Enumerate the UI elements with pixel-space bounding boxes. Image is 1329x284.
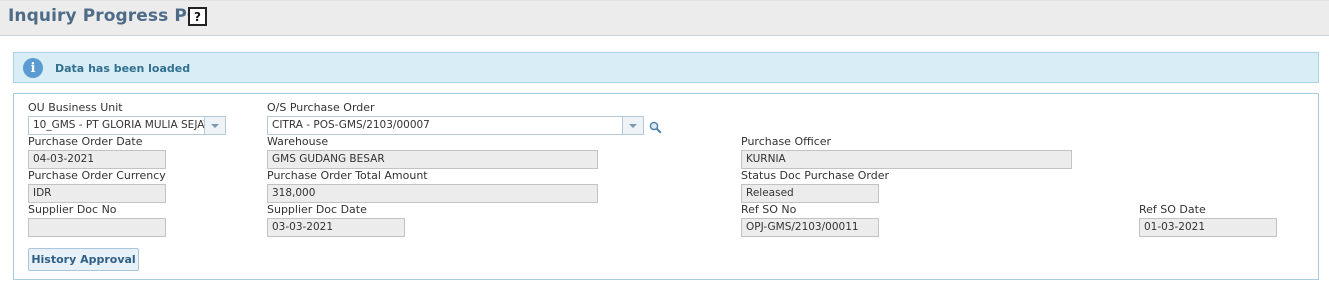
supplier-doc-date-field: 03-03-2021	[267, 218, 405, 237]
ref-so-no-field: OPJ-GMS/2103/00011	[741, 218, 879, 237]
purchase-order-date-field: 04-03-2021	[28, 150, 166, 169]
ref-so-date-label: Ref SO Date	[1139, 203, 1206, 216]
purchase-officer-field: KURNIA	[741, 150, 1072, 169]
os-purchase-order-value: CITRA - POS-GMS/2103/00007	[272, 119, 430, 131]
warehouse-label: Warehouse	[267, 135, 329, 148]
purchase-order-date-label: Purchase Order Date	[28, 135, 143, 148]
purchase-order-currency-label: Purchase Order Currency	[28, 169, 166, 182]
status-doc-purchase-order-field: Released	[741, 184, 879, 203]
ou-business-unit-label: OU Business Unit	[28, 101, 123, 114]
supplier-doc-no-label: Supplier Doc No	[28, 203, 117, 216]
search-icon[interactable]	[649, 121, 662, 134]
page-header: Inquiry Progress PO ?	[0, 0, 1329, 36]
info-alert: i Data has been loaded	[13, 52, 1319, 83]
purchase-order-currency-field: IDR	[28, 184, 166, 203]
ref-so-no-label: Ref SO No	[741, 203, 797, 216]
purchase-order-total-amount-label: Purchase Order Total Amount	[267, 169, 428, 182]
chevron-down-icon[interactable]	[622, 117, 643, 134]
purchase-order-total-amount-field: 318,000	[267, 184, 598, 203]
info-icon: i	[23, 58, 43, 78]
help-icon[interactable]: ?	[188, 7, 207, 26]
os-purchase-order-label: O/S Purchase Order	[267, 101, 375, 114]
ou-business-unit-select[interactable]: 10_GMS - PT GLORIA MULIA SEJATI	[28, 116, 226, 135]
ref-so-date-field: 01-03-2021	[1139, 218, 1277, 237]
supplier-doc-no-field	[28, 218, 166, 237]
chevron-down-icon[interactable]	[204, 117, 225, 134]
status-doc-purchase-order-label: Status Doc Purchase Order	[741, 169, 890, 182]
purchase-officer-label: Purchase Officer	[741, 135, 832, 148]
page-title: Inquiry Progress PO	[8, 6, 202, 26]
history-approval-button[interactable]: History Approval	[28, 248, 139, 271]
os-purchase-order-select[interactable]: CITRA - POS-GMS/2103/00007	[267, 116, 644, 135]
alert-message: Data has been loaded	[55, 62, 191, 75]
supplier-doc-date-label: Supplier Doc Date	[267, 203, 367, 216]
ou-business-unit-value: 10_GMS - PT GLORIA MULIA SEJATI	[33, 119, 214, 131]
warehouse-field: GMS GUDANG BESAR	[267, 150, 598, 169]
